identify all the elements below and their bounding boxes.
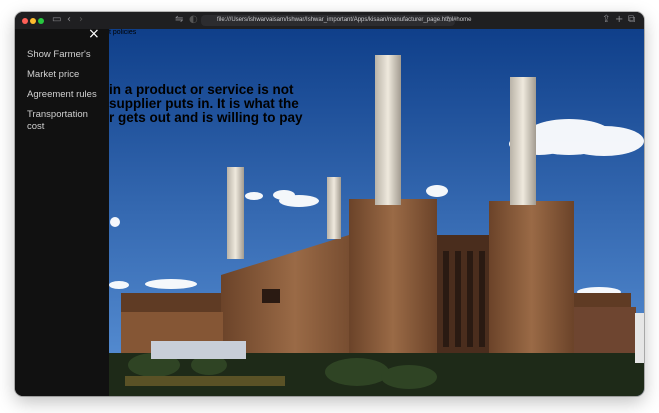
- privacy-shield-icon[interactable]: ◐: [189, 14, 198, 26]
- minimize-window-button[interactable]: [30, 18, 36, 24]
- address-bar[interactable]: file:///Users/ishwarvaisam/Ishwar/Ishwar…: [201, 14, 471, 26]
- new-tab-icon[interactable]: +: [615, 14, 623, 26]
- url-text[interactable]: file:///Users/ishwarvaisam/Ishwar/Ishwar…: [217, 16, 471, 25]
- sidenav-link-agreement-rules[interactable]: Agreement rules: [27, 89, 107, 101]
- reader-mode-icon[interactable]: ⇋: [175, 14, 183, 26]
- breadcrumb[interactable]: t policies: [109, 29, 136, 37]
- browser-window: ▭ ‹ › ⇋ ◐ file:///Users/ishwarvaisam/Ish…: [15, 12, 644, 396]
- sidenav-link-transportation-cost[interactable]: Transportation cost: [27, 109, 107, 133]
- share-icon[interactable]: ⇪: [602, 14, 610, 26]
- hero-headline-line: r gets out and is willing to pay: [109, 110, 303, 125]
- hero-headline: in a product or service is not supplier …: [109, 83, 303, 125]
- tab-overview-icon[interactable]: ⧉: [628, 14, 635, 26]
- close-window-button[interactable]: [22, 18, 28, 24]
- sidenav-link-market-price[interactable]: Market price: [27, 69, 107, 81]
- side-navigation: × Show Farmer's Market price Agreement r…: [15, 29, 109, 396]
- forward-icon[interactable]: ›: [79, 14, 83, 26]
- sidebar-toggle-icon[interactable]: ▭: [52, 14, 61, 26]
- sidenav-link-show-farmers[interactable]: Show Farmer's: [27, 49, 107, 61]
- close-icon[interactable]: ×: [88, 29, 100, 42]
- back-icon[interactable]: ‹: [67, 14, 71, 26]
- page-content: t policies in a product or service is no…: [15, 29, 644, 396]
- hero-headline-line: in a product or service is not: [109, 82, 294, 97]
- hero-headline-line: supplier puts in. It is what the: [109, 96, 299, 111]
- reload-icon[interactable]: ↻: [446, 14, 453, 26]
- browser-titlebar: ▭ ‹ › ⇋ ◐ file:///Users/ishwarvaisam/Ish…: [15, 12, 644, 29]
- maximize-window-button[interactable]: [38, 18, 44, 24]
